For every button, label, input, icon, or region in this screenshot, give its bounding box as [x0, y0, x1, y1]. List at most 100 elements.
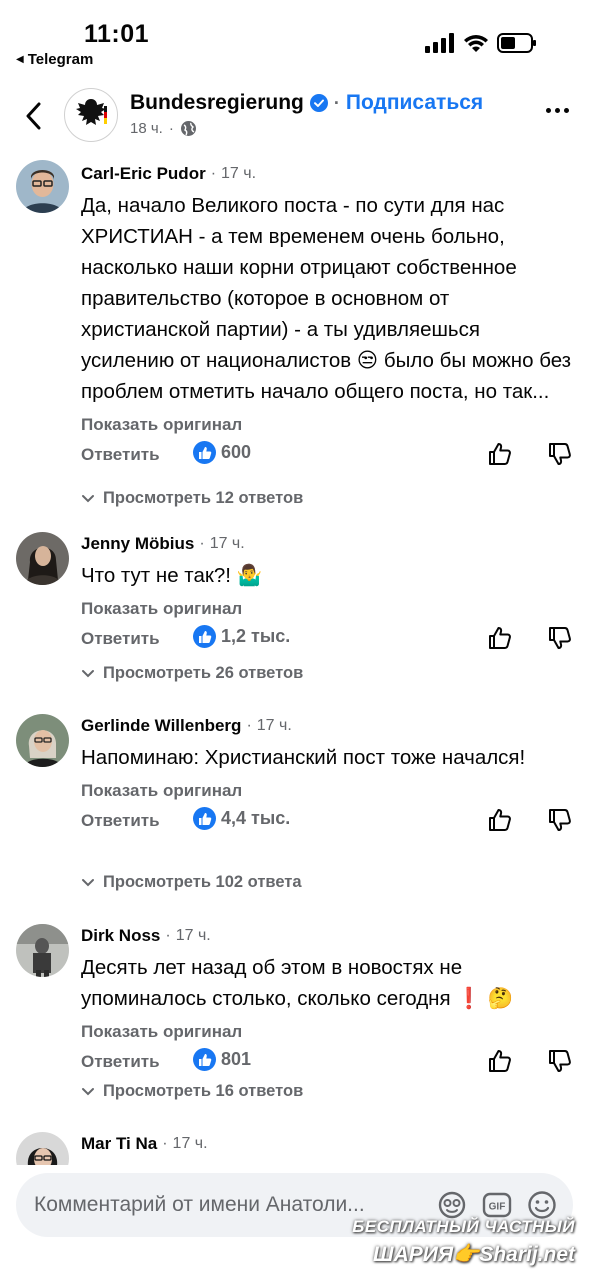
like-thumb-icon	[193, 1048, 216, 1071]
meta-separator: ·	[168, 120, 174, 137]
comment-actions: Ответить 1,2 тыс.	[81, 625, 573, 655]
battery-icon	[497, 33, 536, 53]
page-name[interactable]: Bundesregierung	[130, 91, 304, 115]
wifi-icon	[464, 35, 488, 52]
view-replies-label: Просмотреть 16 ответов	[103, 1082, 304, 1100]
chevron-down-icon	[82, 669, 94, 677]
comment-time-sep: ·	[165, 927, 171, 944]
view-replies-button[interactable]: Просмотреть 102 ответа	[81, 873, 302, 892]
likes-summary[interactable]: 801	[193, 1048, 251, 1071]
reply-button[interactable]: Ответить	[81, 1052, 160, 1072]
chevron-down-icon	[82, 494, 94, 502]
comment-composer: Комментарий от имени Анатоли... GIF БЕСП…	[0, 1165, 589, 1280]
globe-icon	[180, 121, 196, 136]
view-replies-label: Просмотреть 26 ответов	[103, 664, 304, 682]
comment-body: Jenny Möbius · 17 ч. Что тут не так?! 🤷‍…	[81, 532, 573, 655]
likes-summary[interactable]: 4,4 тыс.	[193, 807, 290, 830]
view-replies-button[interactable]: Просмотреть 12 ответов	[81, 489, 303, 508]
status-icons	[425, 33, 537, 53]
verified-badge-icon	[309, 94, 328, 112]
like-thumb-icon	[193, 625, 216, 648]
avatar-woman-dark-hair	[16, 1132, 69, 1165]
reply-button[interactable]: Ответить	[81, 811, 160, 831]
show-original-link[interactable]: Показать оригинал	[81, 595, 573, 623]
comment-time: 17 ч.	[256, 717, 292, 734]
comment-header: Mar Ti Na · 17 ч.	[81, 1132, 573, 1156]
post-time: 18 ч.	[130, 120, 163, 137]
comment-time-sep: ·	[162, 1135, 168, 1152]
likes-count: 801	[221, 1049, 252, 1069]
comment-author[interactable]: Dirk Noss	[81, 926, 160, 946]
more-dot-icon	[555, 108, 560, 113]
comment-time-sep: ·	[246, 717, 252, 734]
avatar[interactable]	[16, 714, 69, 767]
comment-author[interactable]: Jenny Möbius	[81, 534, 194, 554]
status-bar: 11:01 ◀ Telegram	[0, 0, 589, 70]
watermark-line-1: БЕСПЛАТНЫЙ ЧАСТНЫЙ	[352, 1217, 575, 1236]
show-original-link[interactable]: Показать оригинал	[81, 1018, 573, 1046]
more-dot-icon	[564, 108, 569, 113]
page-name-row: Bundesregierung · Подписаться	[130, 91, 483, 115]
more-dot-icon	[546, 108, 551, 113]
comment-time-sep: ·	[199, 535, 205, 552]
chevron-down-icon	[82, 1087, 94, 1095]
back-button[interactable]	[18, 98, 48, 134]
thumbs-up-icon[interactable]	[487, 1048, 513, 1074]
avatar-woman	[16, 532, 69, 585]
comment-header: Gerlinde Willenberg · 17 ч.	[81, 714, 573, 738]
comments-list[interactable]: Carl-Eric Pudor · 17 ч. Да, начало Велик…	[0, 150, 589, 1165]
comment-time: 17 ч.	[209, 535, 245, 552]
avatar[interactable]	[16, 924, 69, 977]
thumbs-down-icon[interactable]	[547, 807, 573, 833]
thumbs-up-icon[interactable]	[487, 441, 513, 467]
comment-time: 17 ч.	[221, 165, 257, 182]
back-app-label: Telegram	[27, 51, 94, 68]
likes-count: 600	[221, 442, 252, 462]
avatar-man-glasses	[16, 160, 69, 213]
reply-button[interactable]: Ответить	[81, 629, 160, 649]
comment-header: Jenny Möbius · 17 ч.	[81, 532, 573, 556]
comment-time: 17 ч.	[172, 1135, 208, 1152]
view-replies-button[interactable]: Просмотреть 16 ответов	[81, 1082, 303, 1101]
likes-count: 1,2 тыс.	[221, 626, 291, 646]
comment-author[interactable]: Carl-Eric Pudor	[81, 164, 206, 184]
thumbs-down-icon[interactable]	[547, 441, 573, 467]
comment-time: 17 ч.	[175, 927, 211, 944]
eagle-logo-icon	[76, 99, 107, 125]
comment-body: Dirk Noss · 17 ч. Десять лет назад об эт…	[81, 924, 573, 1078]
comment-author[interactable]: Gerlinde Willenberg	[81, 716, 241, 736]
thumbs-up-icon[interactable]	[487, 807, 513, 833]
comment-header: Dirk Noss · 17 ч.	[81, 924, 573, 948]
watermark-line-2: ШАРИЯ👉Sharij.net	[373, 1243, 575, 1266]
more-options-button[interactable]	[546, 108, 569, 113]
subscribe-button[interactable]: Подписаться	[346, 91, 483, 115]
avatar[interactable]	[16, 160, 69, 213]
thumbs-down-icon[interactable]	[547, 625, 573, 651]
chevron-left-icon	[26, 102, 41, 130]
comment-author[interactable]: Mar Ti Na	[81, 1134, 157, 1154]
comment-text: Да, начало Великого поста - по сути для …	[81, 194, 572, 403]
avatar[interactable]	[16, 1132, 69, 1165]
likes-summary[interactable]: 600	[193, 441, 251, 464]
reply-button[interactable]: Ответить	[81, 445, 160, 465]
svg-text:GIF: GIF	[489, 1202, 506, 1213]
page-avatar[interactable]	[64, 88, 118, 142]
separator-dot: ·	[333, 92, 340, 113]
likes-summary[interactable]: 1,2 тыс.	[193, 625, 290, 648]
comment-text: Что тут не так?! 🤷‍♂️	[81, 564, 263, 587]
comment-header: Carl-Eric Pudor · 17 ч.	[81, 162, 573, 186]
comment-body: Mar Ti Na · 17 ч.	[81, 1132, 573, 1156]
show-original-link[interactable]: Показать оригинал	[81, 777, 573, 805]
avatar-woman-glasses	[16, 714, 69, 767]
avatar[interactable]	[16, 532, 69, 585]
thumbs-up-icon[interactable]	[487, 625, 513, 651]
comment-text: Напоминаю: Христианский пост тоже началс…	[81, 746, 526, 769]
comment-time-sep: ·	[210, 165, 217, 182]
show-original-link[interactable]: Показать оригинал	[81, 411, 573, 439]
post-meta: 18 ч. ·	[130, 120, 197, 137]
view-replies-button[interactable]: Просмотреть 26 ответов	[81, 664, 303, 683]
thumbs-down-icon[interactable]	[547, 1048, 573, 1074]
back-to-app-link[interactable]: ◀ Telegram	[16, 51, 93, 68]
comment-actions: Ответить 801	[81, 1048, 573, 1078]
comment-text: Десять лет назад об этом в новостях не у…	[81, 956, 514, 1010]
